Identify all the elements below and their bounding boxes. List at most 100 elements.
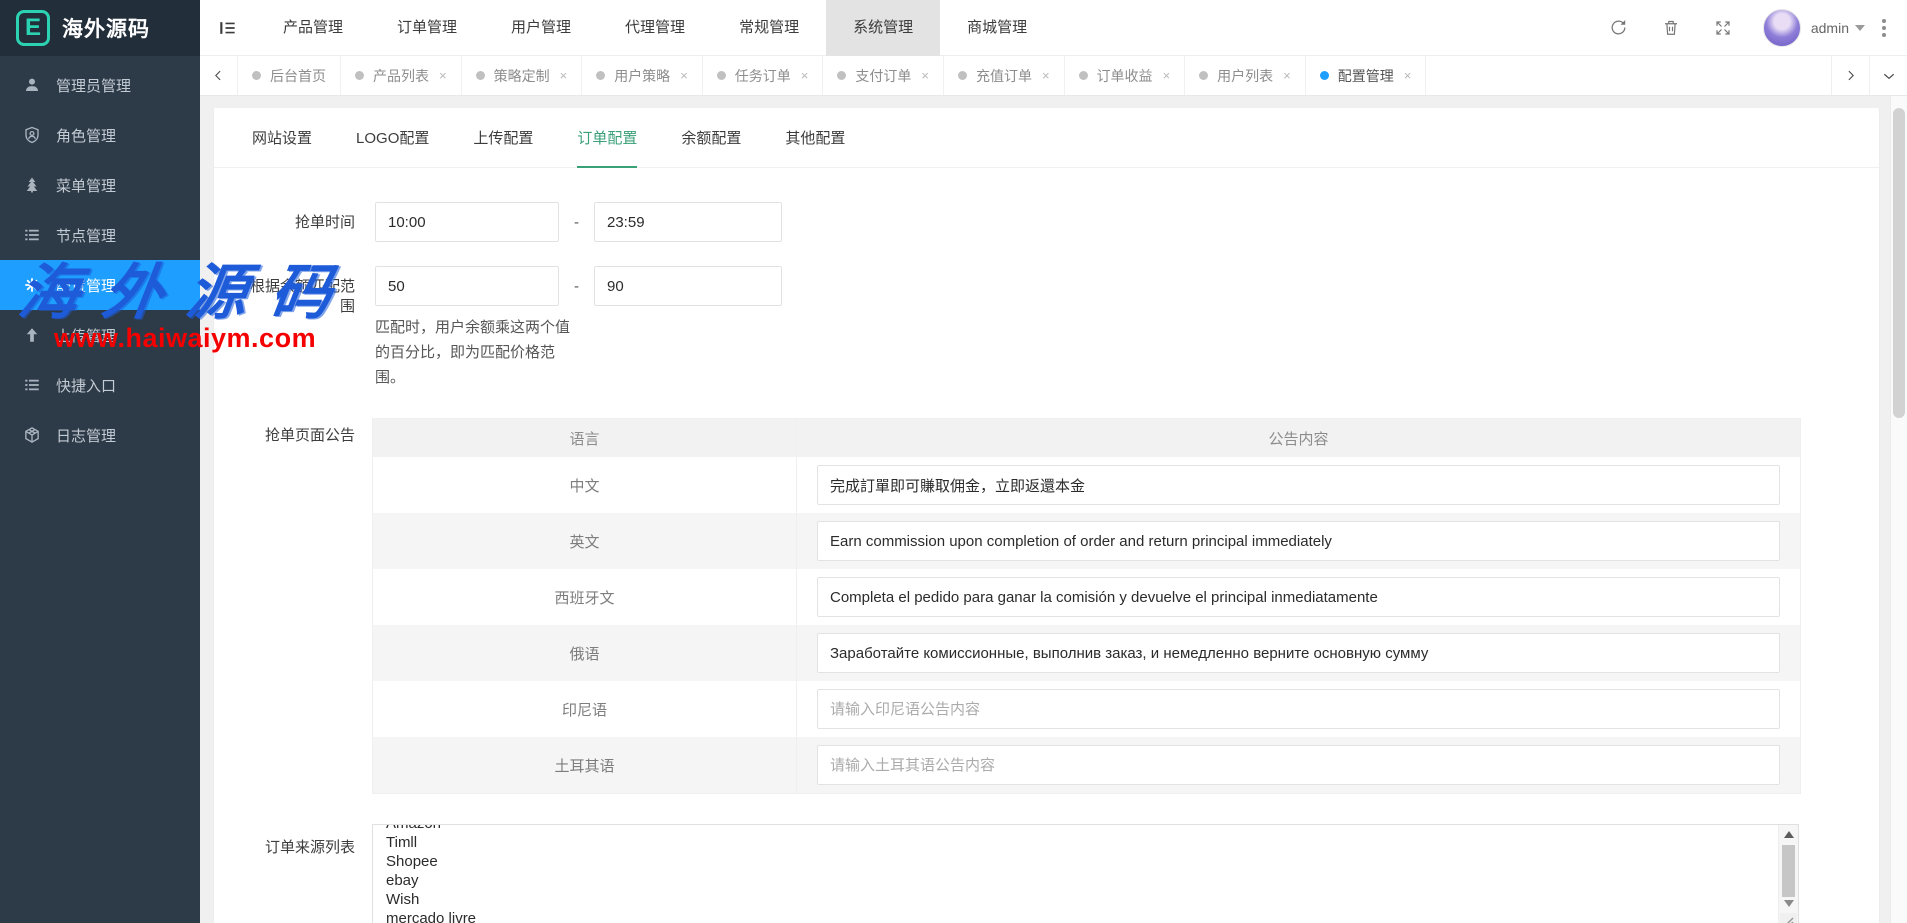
- wintab-user-strategy[interactable]: 用户策略 ×: [582, 56, 703, 95]
- sidebar-item-menu[interactable]: 菜单管理: [0, 160, 200, 210]
- notice-input-turkish[interactable]: [817, 745, 1780, 785]
- app-window: E 海外源码 管理员管理 角色管理 菜单管理: [0, 0, 1907, 923]
- page-scrollbar[interactable]: [1890, 96, 1907, 923]
- app-logo[interactable]: E 海外源码: [0, 0, 200, 56]
- tab-balance-config[interactable]: 余额配置: [681, 108, 741, 168]
- collapse-menu-icon[interactable]: [200, 0, 256, 56]
- shortcut-list-icon: [22, 375, 42, 395]
- sidebar-item-label: 日志管理: [56, 425, 116, 446]
- resize-grip-icon[interactable]: [1780, 913, 1797, 923]
- content-area: 网站设置 LOGO配置 上传配置 订单配置 余额配置 其他配置 抢单时间 -: [200, 96, 1907, 923]
- wintab-order-profit[interactable]: 订单收益 ×: [1065, 56, 1186, 95]
- close-icon[interactable]: ×: [1163, 68, 1171, 83]
- notice-input-spanish[interactable]: [817, 577, 1780, 617]
- close-icon[interactable]: ×: [439, 68, 447, 83]
- sidebar-item-log[interactable]: 日志管理: [0, 410, 200, 460]
- tab-label: 配置管理: [1338, 66, 1394, 86]
- tab-dot: [1199, 71, 1208, 80]
- sidebar-item-role[interactable]: 角色管理: [0, 110, 200, 160]
- tab-dot: [958, 71, 967, 80]
- tab-order-config[interactable]: 订单配置: [577, 108, 637, 168]
- tab-site-settings[interactable]: 网站设置: [252, 108, 312, 168]
- wintab-config[interactable]: 配置管理 ×: [1306, 56, 1427, 95]
- more-icon[interactable]: [1871, 0, 1897, 56]
- grab-time-end-input[interactable]: [594, 202, 782, 242]
- sidebar-item-upload[interactable]: 上传管理: [0, 310, 200, 360]
- log-globe-icon: [22, 425, 42, 445]
- grab-time-start-input[interactable]: [375, 202, 559, 242]
- tab-other-config[interactable]: 其他配置: [785, 108, 845, 168]
- sidebar-item-label: 快捷入口: [56, 375, 116, 396]
- wintab-task-order[interactable]: 任务订单 ×: [703, 56, 824, 95]
- topnav-item-system[interactable]: 系统管理: [826, 0, 940, 56]
- textarea-scrollbar[interactable]: [1778, 825, 1798, 923]
- tab-dot: [1079, 71, 1088, 80]
- scrollbar-thumb[interactable]: [1782, 845, 1795, 897]
- topnav-item-order[interactable]: 订单管理: [370, 0, 484, 56]
- grab-time-label: 抢单时间: [214, 202, 355, 242]
- tab-upload-config[interactable]: 上传配置: [473, 108, 533, 168]
- table-row: 西班牙文: [373, 569, 1800, 625]
- wintab-strategy[interactable]: 策略定制 ×: [462, 56, 583, 95]
- tabs-scroll-right-icon[interactable]: [1831, 56, 1869, 95]
- close-icon[interactable]: ×: [560, 68, 568, 83]
- language-cell: 印尼语: [373, 681, 797, 737]
- order-source-label: 订单来源列表: [214, 824, 355, 923]
- upload-arrow-icon: [22, 325, 42, 345]
- top-nav: 产品管理 订单管理 用户管理 代理管理 常规管理 系统管理 商城管理: [256, 0, 1054, 56]
- notice-input-indonesian[interactable]: [817, 689, 1780, 729]
- scroll-down-icon[interactable]: [1779, 896, 1798, 911]
- close-icon[interactable]: ×: [680, 68, 688, 83]
- close-icon[interactable]: ×: [921, 68, 929, 83]
- topnav-item-general[interactable]: 常规管理: [712, 0, 826, 56]
- match-range-max-input[interactable]: [594, 266, 782, 306]
- sidebar-menu: 管理员管理 角色管理 菜单管理 节点管理: [0, 56, 200, 460]
- topnav-item-product[interactable]: 产品管理: [256, 0, 370, 56]
- wintab-recharge-order[interactable]: 充值订单 ×: [944, 56, 1065, 95]
- topnav-item-agent[interactable]: 代理管理: [598, 0, 712, 56]
- scroll-up-icon[interactable]: [1779, 827, 1798, 842]
- tab-dot: [596, 71, 605, 80]
- language-cell: 英文: [373, 513, 797, 569]
- close-icon[interactable]: ×: [1042, 68, 1050, 83]
- trash-icon[interactable]: [1651, 0, 1691, 56]
- fullscreen-icon[interactable]: [1703, 0, 1743, 56]
- sidebar-item-config[interactable]: 配置管理: [0, 260, 200, 310]
- tab-dot: [1320, 71, 1329, 80]
- language-cell: 西班牙文: [373, 569, 797, 625]
- tab-dot: [252, 71, 261, 80]
- wintab-pay-order[interactable]: 支付订单 ×: [823, 56, 944, 95]
- tab-logo-config[interactable]: LOGO配置: [356, 108, 429, 168]
- language-cell: 中文: [373, 457, 797, 513]
- notice-input-chinese[interactable]: [817, 465, 1780, 505]
- page-scrollbar-thumb[interactable]: [1893, 108, 1905, 418]
- tabs-menu-icon[interactable]: [1869, 56, 1907, 95]
- wintab-product-list[interactable]: 产品列表 ×: [341, 56, 462, 95]
- close-icon[interactable]: ×: [801, 68, 809, 83]
- notice-input-english[interactable]: [817, 521, 1780, 561]
- sidebar-item-node[interactable]: 节点管理: [0, 210, 200, 260]
- tabs-scroll-left-icon[interactable]: [200, 56, 238, 95]
- user-menu[interactable]: admin: [1811, 20, 1865, 36]
- order-source-line: ebay: [386, 871, 1798, 890]
- order-source-row: 订单来源列表 Amazon Timll Shopee ebay Wish mer…: [214, 824, 1879, 923]
- sidebar-item-label: 管理员管理: [56, 75, 131, 96]
- notice-input-russian[interactable]: [817, 633, 1780, 673]
- wintab-home[interactable]: 后台首页: [238, 56, 341, 95]
- wintab-user-list[interactable]: 用户列表 ×: [1185, 56, 1306, 95]
- topnav-item-user[interactable]: 用户管理: [484, 0, 598, 56]
- close-icon[interactable]: ×: [1283, 68, 1291, 83]
- match-range-min-input[interactable]: [375, 266, 559, 306]
- table-row: 中文: [373, 457, 1800, 513]
- topnav-item-mall[interactable]: 商城管理: [940, 0, 1054, 56]
- sidebar-item-admin[interactable]: 管理员管理: [0, 60, 200, 110]
- notice-table: 语言 公告内容 中文 英文: [372, 418, 1801, 794]
- close-icon[interactable]: ×: [1404, 68, 1412, 83]
- order-source-textarea[interactable]: Amazon Timll Shopee ebay Wish mercado li…: [372, 824, 1799, 923]
- refresh-icon[interactable]: [1599, 0, 1639, 56]
- user-avatar[interactable]: [1763, 9, 1801, 47]
- notice-table-header: 语言 公告内容: [373, 419, 1800, 457]
- sidebar-item-shortcut[interactable]: 快捷入口: [0, 360, 200, 410]
- match-range-row: 根据余额匹配范围 - 匹配时，用户余额乘这两个值的百分比，即为匹配价格范围。: [214, 266, 1879, 390]
- username: admin: [1811, 20, 1849, 36]
